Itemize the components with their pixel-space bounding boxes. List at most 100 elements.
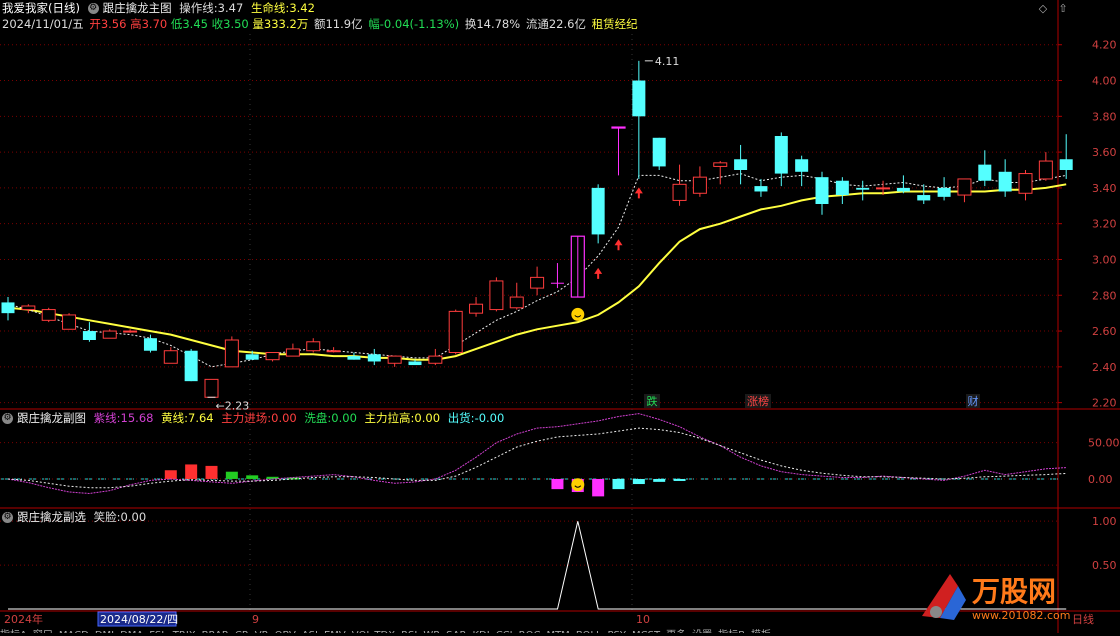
sub1-bar: [653, 478, 666, 482]
candle[interactable]: [611, 126, 626, 176]
candle[interactable]: [835, 177, 849, 204]
candle[interactable]: [632, 60, 646, 179]
candle-body-hollow: [265, 352, 280, 361]
candle[interactable]: [184, 348, 198, 382]
candle-body-hollow: [163, 350, 178, 364]
candle-body-solid: [795, 159, 809, 172]
sub1-bar: [246, 475, 259, 479]
candle[interactable]: [795, 155, 809, 187]
candle[interactable]: [530, 266, 545, 296]
high-value: 3.70: [141, 17, 168, 31]
open-value: 3.56: [100, 17, 127, 31]
main-header-row2: 2024/11/01/五 开3.56 高3.70 低3.45 收3.50 量33…: [2, 16, 642, 32]
candle-body-solid: [367, 354, 381, 362]
candle[interactable]: [62, 313, 77, 330]
candle[interactable]: [448, 309, 463, 355]
candle[interactable]: [734, 144, 748, 185]
sub2-menu-icon[interactable]: ⚙: [2, 512, 13, 523]
candle[interactable]: [672, 164, 687, 206]
chart-svg[interactable]: 4.20 4.00 3.80 3.60 3.40 3.20 3.00 2.80 2.60 2.40…: [0, 0, 1120, 633]
candle[interactable]: [550, 263, 564, 289]
sub1-name[interactable]: 跟庄擒龙副图: [17, 411, 86, 425]
watermark-logo-icon: 万股网 www.201082.com: [922, 574, 1070, 622]
indicator-name[interactable]: 跟庄擒龙主图: [103, 1, 172, 15]
candle[interactable]: [998, 159, 1012, 197]
candle[interactable]: [896, 175, 910, 194]
candle[interactable]: [265, 352, 280, 362]
candle[interactable]: [692, 166, 707, 197]
candle-body-solid: [82, 331, 96, 340]
sub2-name[interactable]: 跟庄擒龙副选: [17, 510, 86, 524]
candle[interactable]: [204, 378, 219, 398]
candle[interactable]: [1018, 170, 1033, 201]
candle[interactable]: [123, 329, 138, 333]
candle[interactable]: [713, 161, 728, 185]
candle[interactable]: [917, 184, 931, 204]
candle[interactable]: [82, 322, 96, 342]
candle[interactable]: [163, 347, 178, 364]
candle-body-solid: [998, 171, 1012, 192]
close-label: 收: [211, 17, 224, 31]
candle[interactable]: [367, 348, 381, 366]
price-tick-label: 3.80: [1092, 110, 1117, 123]
time-axis-month-10: 10: [636, 613, 650, 626]
candle[interactable]: [591, 184, 605, 244]
price-tick-label: 3.60: [1092, 146, 1117, 159]
candle-body-solid: [856, 187, 870, 190]
sub1-bar: [205, 465, 218, 479]
candle[interactable]: [428, 348, 443, 366]
up-arrow-icon[interactable]: ⇧: [1056, 2, 1070, 16]
price-tick-label: 4.00: [1092, 75, 1117, 88]
time-axis-month-9: 9: [252, 613, 259, 626]
candle-body-hollow: [428, 355, 443, 364]
diamond-icon[interactable]: ◇: [1036, 2, 1050, 16]
sub2-signal-line: [8, 521, 1067, 610]
candle[interactable]: [815, 171, 829, 215]
candle[interactable]: [347, 352, 361, 360]
volume-value: 333.2万: [263, 17, 309, 31]
candle-body-solid: [143, 338, 157, 351]
candle-body-solid: [937, 187, 951, 197]
candle[interactable]: [957, 178, 972, 203]
float-value: 22.6亿: [548, 17, 586, 31]
candle[interactable]: [489, 277, 504, 312]
candle[interactable]: [570, 235, 585, 298]
indicator-menu-icon[interactable]: ⚙: [87, 3, 99, 14]
candle[interactable]: [754, 178, 768, 197]
event-marker-label: 跌: [647, 394, 658, 408]
sub1-menu-icon[interactable]: ⚙: [2, 413, 13, 424]
sector-label[interactable]: 租赁经纪: [592, 17, 638, 31]
candle[interactable]: [509, 282, 524, 310]
candle[interactable]: [856, 180, 870, 201]
candle[interactable]: [306, 338, 321, 353]
candle-body-hollow: [1038, 160, 1053, 180]
candle[interactable]: [1059, 134, 1073, 179]
candle-body-hollow: [489, 280, 504, 311]
candle[interactable]: [937, 177, 951, 201]
candle[interactable]: [978, 150, 992, 187]
candle-body-solid: [408, 361, 422, 366]
main-panel-frame: [0, 16, 1120, 408]
candle-body-hollow: [326, 350, 341, 353]
candle-body-hollow: [62, 314, 77, 330]
candle[interactable]: [102, 329, 117, 339]
candle[interactable]: [1, 297, 15, 321]
candle[interactable]: [469, 297, 484, 317]
candle[interactable]: [224, 336, 239, 368]
yellow-line-value: 7.64: [188, 411, 214, 425]
candle[interactable]: [41, 307, 56, 323]
watermark: 万股网 www.201082.com: [910, 566, 1110, 627]
wash-value: 0.00: [331, 411, 357, 425]
candle[interactable]: [1038, 152, 1053, 181]
candle[interactable]: [652, 137, 666, 170]
candle[interactable]: [326, 347, 341, 353]
sub1-tick-label: 50.00: [1088, 437, 1120, 450]
stock-title[interactable]: 我爱我家(日线): [2, 1, 80, 15]
op-line-label: 操作线:: [179, 1, 218, 15]
candle[interactable]: [21, 304, 36, 314]
sub1-bar: [225, 471, 238, 479]
open-label: 开: [89, 17, 101, 31]
candle[interactable]: [285, 343, 300, 357]
candle[interactable]: [143, 334, 157, 353]
candle[interactable]: [387, 355, 402, 367]
